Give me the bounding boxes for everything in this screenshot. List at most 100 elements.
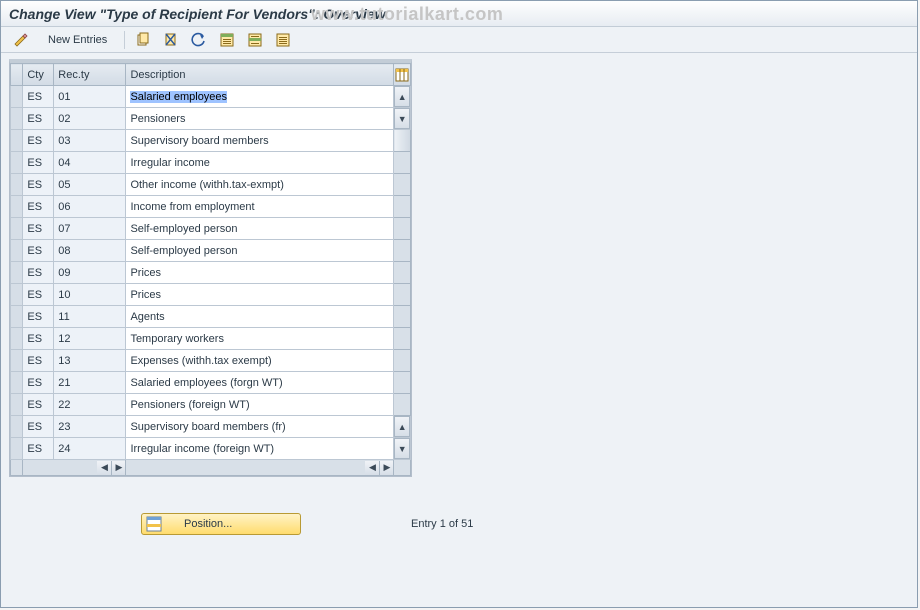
cell-description[interactable]: Pensioners <box>126 108 394 130</box>
cell-recty[interactable]: 08 <box>54 240 126 262</box>
cell-recty[interactable]: 11 <box>54 306 126 328</box>
vscroll-track[interactable] <box>394 196 411 218</box>
table-row[interactable]: ES02Pensioners▼ <box>11 108 411 130</box>
delete-button[interactable] <box>159 30 183 50</box>
cell-recty[interactable]: 24 <box>54 438 126 460</box>
cell-cty[interactable]: ES <box>23 438 54 460</box>
row-selector[interactable] <box>11 372 23 394</box>
cell-recty[interactable]: 01 <box>54 86 126 108</box>
table-row[interactable]: ES04Irregular income <box>11 152 411 174</box>
vscroll-track[interactable] <box>394 262 411 284</box>
cell-recty[interactable]: 06 <box>54 196 126 218</box>
row-selector[interactable] <box>11 152 23 174</box>
row-selector[interactable] <box>11 416 23 438</box>
cell-description[interactable]: Salaried employees <box>126 86 394 108</box>
cell-recty[interactable]: 22 <box>54 394 126 416</box>
deselect-all-button[interactable] <box>271 30 295 50</box>
table-row[interactable]: ES21Salaried employees (forgn WT) <box>11 372 411 394</box>
cell-cty[interactable]: ES <box>23 108 54 130</box>
vscroll-track[interactable] <box>394 240 411 262</box>
cell-cty[interactable]: ES <box>23 416 54 438</box>
configure-columns-button[interactable] <box>394 64 411 86</box>
cell-cty[interactable]: ES <box>23 86 54 108</box>
cell-description[interactable]: Income from employment <box>126 196 394 218</box>
cell-recty[interactable]: 13 <box>54 350 126 372</box>
cell-cty[interactable]: ES <box>23 152 54 174</box>
new-entries-button[interactable]: New Entries <box>37 30 118 50</box>
col-desc[interactable]: Description <box>126 64 394 86</box>
scroll-right-button-b[interactable]: ▶ <box>379 461 393 475</box>
table-row[interactable]: ES01Salaried employees▲ <box>11 86 411 108</box>
row-selector[interactable] <box>11 284 23 306</box>
cell-description[interactable]: Self-employed person <box>126 240 394 262</box>
scroll-down-step-button[interactable]: ▼ <box>394 108 411 130</box>
row-selector[interactable] <box>11 306 23 328</box>
cell-description[interactable]: Temporary workers <box>126 328 394 350</box>
cell-recty[interactable]: 23 <box>54 416 126 438</box>
table-row[interactable]: ES12Temporary workers <box>11 328 411 350</box>
table-row[interactable]: ES05Other income (withh.tax-exmpt) <box>11 174 411 196</box>
cell-recty[interactable]: 04 <box>54 152 126 174</box>
table-row[interactable]: ES09Prices <box>11 262 411 284</box>
table-row[interactable]: ES10Prices <box>11 284 411 306</box>
col-recty[interactable]: Rec.ty <box>54 64 126 86</box>
cell-description[interactable]: Expenses (withh.tax exempt) <box>126 350 394 372</box>
table-row[interactable]: ES23Supervisory board members (fr)▲ <box>11 416 411 438</box>
row-selector[interactable] <box>11 86 23 108</box>
cell-cty[interactable]: ES <box>23 306 54 328</box>
scroll-up-button[interactable]: ▲ <box>394 86 411 108</box>
vscroll-track[interactable] <box>394 350 411 372</box>
cell-recty[interactable]: 02 <box>54 108 126 130</box>
scroll-left-button[interactable]: ◀ <box>97 461 111 475</box>
vscroll-thumb[interactable] <box>394 130 411 152</box>
table-row[interactable]: ES24Irregular income (foreign WT)▼ <box>11 438 411 460</box>
cell-description[interactable]: Pensioners (foreign WT) <box>126 394 394 416</box>
cell-description[interactable]: Prices <box>126 262 394 284</box>
undo-button[interactable] <box>187 30 211 50</box>
vscroll-track[interactable] <box>394 394 411 416</box>
vscroll-track[interactable] <box>394 372 411 394</box>
cell-recty[interactable]: 07 <box>54 218 126 240</box>
cell-recty[interactable]: 10 <box>54 284 126 306</box>
cell-recty[interactable]: 21 <box>54 372 126 394</box>
vscroll-track[interactable] <box>394 152 411 174</box>
cell-description[interactable]: Supervisory board members <box>126 130 394 152</box>
cell-description[interactable]: Self-employed person <box>126 218 394 240</box>
cell-description[interactable]: Irregular income <box>126 152 394 174</box>
cell-cty[interactable]: ES <box>23 240 54 262</box>
row-selector[interactable] <box>11 438 23 460</box>
table-row[interactable]: ES06Income from employment <box>11 196 411 218</box>
row-selector[interactable] <box>11 108 23 130</box>
cell-description[interactable]: Irregular income (foreign WT) <box>126 438 394 460</box>
hscroll-track-a[interactable]: ◀▶ <box>23 460 126 476</box>
table-row[interactable]: ES07Self-employed person <box>11 218 411 240</box>
select-all-header[interactable] <box>11 64 23 86</box>
recipient-types-table[interactable]: Cty Rec.ty Description ES01Salaried empl… <box>10 63 411 476</box>
cell-cty[interactable]: ES <box>23 130 54 152</box>
select-all-button[interactable] <box>215 30 239 50</box>
row-selector[interactable] <box>11 218 23 240</box>
row-selector[interactable] <box>11 130 23 152</box>
scroll-up-step-button[interactable]: ▲ <box>394 416 411 438</box>
table-row[interactable]: ES03Supervisory board members <box>11 130 411 152</box>
scroll-down-button[interactable]: ▼ <box>394 438 411 460</box>
cell-cty[interactable]: ES <box>23 174 54 196</box>
hscroll-track-b[interactable]: ◀▶ <box>126 460 394 476</box>
row-selector[interactable] <box>11 240 23 262</box>
select-block-button[interactable] <box>243 30 267 50</box>
table-row[interactable]: ES11Agents <box>11 306 411 328</box>
scroll-left-button-b[interactable]: ◀ <box>365 461 379 475</box>
cell-cty[interactable]: ES <box>23 328 54 350</box>
cell-description[interactable]: Agents <box>126 306 394 328</box>
cell-cty[interactable]: ES <box>23 262 54 284</box>
row-selector[interactable] <box>11 394 23 416</box>
cell-recty[interactable]: 12 <box>54 328 126 350</box>
col-cty[interactable]: Cty <box>23 64 54 86</box>
cell-recty[interactable]: 05 <box>54 174 126 196</box>
cell-cty[interactable]: ES <box>23 196 54 218</box>
cell-description[interactable]: Supervisory board members (fr) <box>126 416 394 438</box>
vscroll-track[interactable] <box>394 174 411 196</box>
vscroll-track[interactable] <box>394 218 411 240</box>
vscroll-track[interactable] <box>394 284 411 306</box>
row-selector[interactable] <box>11 328 23 350</box>
